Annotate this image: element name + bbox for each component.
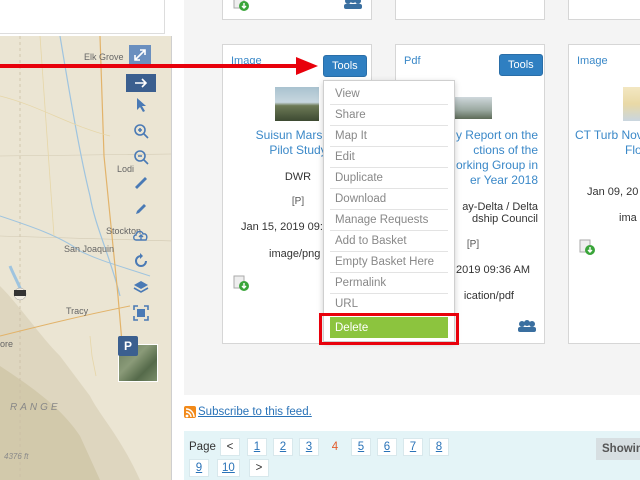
map-place-label: ore — [0, 339, 14, 349]
current-page: 4 — [331, 441, 339, 453]
annotation-arrow-head — [296, 57, 318, 75]
page-label: Page — [189, 441, 216, 453]
pan-arrow-icon[interactable] — [126, 74, 156, 92]
menu-item-manage-requests[interactable]: Manage Requests — [330, 210, 448, 231]
layers-icon[interactable] — [126, 274, 156, 300]
zoom-in-icon[interactable] — [126, 118, 156, 144]
select-pointer-icon[interactable] — [126, 92, 156, 118]
result-card — [395, 0, 545, 20]
menu-item-url[interactable]: URL — [330, 294, 448, 315]
draw-pencil-icon[interactable] — [126, 196, 156, 222]
card-date: Jan 09, 20 — [587, 186, 639, 198]
map-place-label: Tracy — [66, 306, 89, 316]
zoom-out-icon[interactable] — [126, 144, 156, 170]
tools-dropdown-menu: View Share Map It Edit Duplicate Downloa… — [323, 80, 455, 342]
menu-item-duplicate[interactable]: Duplicate — [330, 168, 448, 189]
map-toolbar — [126, 74, 156, 326]
download-icon[interactable] — [233, 0, 249, 11]
card-title[interactable]: CT Turb Nov Floo — [575, 128, 640, 158]
menu-item-empty-basket-here[interactable]: Empty Basket Here — [330, 252, 448, 273]
fullscreen-icon[interactable] — [126, 300, 156, 326]
result-card: Image CT Turb Nov Floo Jan 09, 20 ima — [568, 44, 640, 344]
rss-icon[interactable] — [184, 406, 196, 418]
annotation-arrow — [0, 64, 300, 68]
page-link[interactable]: 2 — [273, 438, 293, 456]
map-place-label: Elk Grove — [84, 52, 124, 62]
menu-item-map-it[interactable]: Map It — [330, 126, 448, 147]
card-type-label: Pdf — [404, 55, 421, 67]
group-icon — [518, 320, 536, 332]
tools-button[interactable]: Tools — [323, 55, 367, 77]
menu-item-share[interactable]: Share — [330, 105, 448, 126]
download-icon[interactable] — [579, 239, 595, 255]
prev-page-button[interactable]: < — [220, 438, 240, 456]
tools-button[interactable]: Tools — [499, 54, 543, 76]
card-format: ima — [619, 212, 637, 224]
subscribe-feed: Subscribe to this feed. — [184, 406, 312, 418]
menu-item-edit[interactable]: Edit — [330, 147, 448, 168]
card-type-label: Image — [577, 55, 608, 67]
map-top-strip — [0, 0, 172, 36]
refresh-icon[interactable] — [126, 248, 156, 274]
result-card — [568, 0, 640, 20]
page-link[interactable]: 9 — [189, 459, 209, 477]
previous-card-placeholder — [0, 0, 165, 34]
menu-item-permalink[interactable]: Permalink — [330, 273, 448, 294]
page-link[interactable]: 5 — [351, 438, 371, 456]
menu-item-download[interactable]: Download — [330, 189, 448, 210]
subscribe-feed-link[interactable]: Subscribe to this feed. — [198, 406, 312, 418]
map-range-label: RANGE — [10, 402, 61, 413]
result-card — [222, 0, 372, 20]
card-thumbnail[interactable] — [275, 87, 319, 121]
page-link[interactable]: 1 — [247, 438, 267, 456]
download-icon[interactable] — [233, 275, 249, 291]
menu-item-add-to-basket[interactable]: Add to Basket — [330, 231, 448, 252]
page-link[interactable]: 3 — [299, 438, 319, 456]
parking-badge[interactable]: P — [118, 336, 138, 356]
expand-map-icon[interactable] — [129, 45, 151, 65]
map-place-label: San Joaquin — [64, 244, 115, 254]
map-elevation-label: 4376 ft — [4, 452, 29, 461]
upload-cloud-icon[interactable] — [126, 222, 156, 248]
page-link[interactable]: 8 — [429, 438, 449, 456]
showing-label: Showing — [596, 438, 640, 460]
page-link[interactable]: 10 — [217, 459, 240, 477]
measure-ruler-icon[interactable] — [126, 170, 156, 196]
page-link[interactable]: 7 — [403, 438, 423, 456]
menu-item-delete[interactable]: Delete — [330, 317, 448, 338]
pagination: Page < 1 2 3 4 5 6 7 8 9 10 > Showing — [184, 431, 640, 480]
menu-item-view[interactable]: View — [330, 84, 448, 105]
next-page-button[interactable]: > — [249, 459, 269, 477]
card-access: [P] — [466, 239, 480, 250]
page-link[interactable]: 6 — [377, 438, 397, 456]
group-icon — [344, 0, 362, 9]
card-thumbnail[interactable] — [623, 87, 640, 121]
